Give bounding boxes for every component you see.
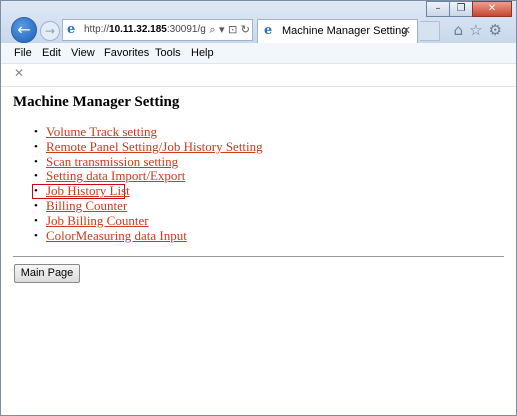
- horizontal-rule: [13, 256, 504, 257]
- page-title: Machine Manager Setting: [13, 94, 180, 110]
- link-scan-transmission-setting[interactable]: Scan transmission setting: [46, 154, 178, 170]
- close-bar-icon[interactable]: ✕: [14, 66, 24, 80]
- menu-help[interactable]: Help: [191, 43, 214, 64]
- content-separator: [1, 86, 516, 87]
- address-host: 10.11.32.185: [109, 24, 167, 35]
- bullet: •: [34, 155, 38, 168]
- address-url: http://10.11.32.185:30091/g: [84, 24, 206, 35]
- ie-page-icon: e: [67, 22, 76, 37]
- link-job-history-list[interactable]: Job History List: [46, 183, 130, 199]
- browser-titlebar: ← → e http://10.11.32.185:30091/g ⌕ ▾ ⊡ ↻…: [1, 1, 516, 43]
- new-tab-button[interactable]: [420, 21, 440, 41]
- bullet: •: [34, 140, 38, 153]
- maximize-button[interactable]: ❐: [449, 1, 473, 17]
- address-tools-icons[interactable]: ⌕ ▾ ⊡ ↻: [207, 20, 250, 40]
- tab-title: Machine Manager Setting: [282, 25, 408, 37]
- tab-machine-manager-setting[interactable]: e Machine Manager Setting ✕: [257, 19, 418, 43]
- menu-edit[interactable]: Edit: [42, 43, 61, 64]
- browser-window: ← → e http://10.11.32.185:30091/g ⌕ ▾ ⊡ ↻…: [0, 0, 517, 416]
- menu-view[interactable]: View: [71, 43, 95, 64]
- main-page-button[interactable]: Main Page: [14, 264, 80, 283]
- close-window-button[interactable]: ✕: [472, 1, 512, 17]
- bullet: •: [34, 229, 38, 242]
- address-rest: :30091/g: [166, 24, 206, 35]
- window-controls: – ❐ ✕: [426, 1, 512, 17]
- bullet: •: [34, 214, 38, 227]
- ie-tab-icon: e: [264, 23, 273, 38]
- menu-file[interactable]: File: [14, 43, 32, 64]
- link-volume-track-setting[interactable]: Volume Track setting: [46, 124, 157, 140]
- menu-favorites[interactable]: Favorites: [104, 43, 149, 64]
- back-button[interactable]: ←: [11, 17, 37, 43]
- home-favorites-settings-icons[interactable]: ⌂☆⚙: [454, 21, 508, 39]
- link-billing-counter[interactable]: Billing Counter: [46, 198, 127, 214]
- link-job-billing-counter[interactable]: Job Billing Counter: [46, 213, 149, 229]
- bullet: •: [34, 185, 38, 198]
- link-remote-panel-setting[interactable]: Remote Panel Setting/Job History Setting: [46, 139, 263, 155]
- address-prefix: http://: [84, 24, 110, 35]
- bullet: •: [34, 170, 38, 183]
- bullet: •: [34, 126, 38, 138]
- menu-tools[interactable]: Tools: [155, 43, 181, 64]
- link-setting-data-import-export[interactable]: Setting data Import/Export: [46, 169, 185, 184]
- tab-close-icon[interactable]: ✕: [402, 20, 411, 42]
- menu-bar: File Edit View Favorites Tools Help: [1, 43, 516, 64]
- forward-button[interactable]: →: [40, 21, 60, 41]
- address-bar[interactable]: e http://10.11.32.185:30091/g ⌕ ▾ ⊡ ↻: [62, 19, 253, 41]
- link-colormeasuring-data-input[interactable]: ColorMeasuring data Input: [46, 228, 187, 244]
- bullet: •: [34, 199, 38, 212]
- minimize-button[interactable]: –: [426, 1, 450, 17]
